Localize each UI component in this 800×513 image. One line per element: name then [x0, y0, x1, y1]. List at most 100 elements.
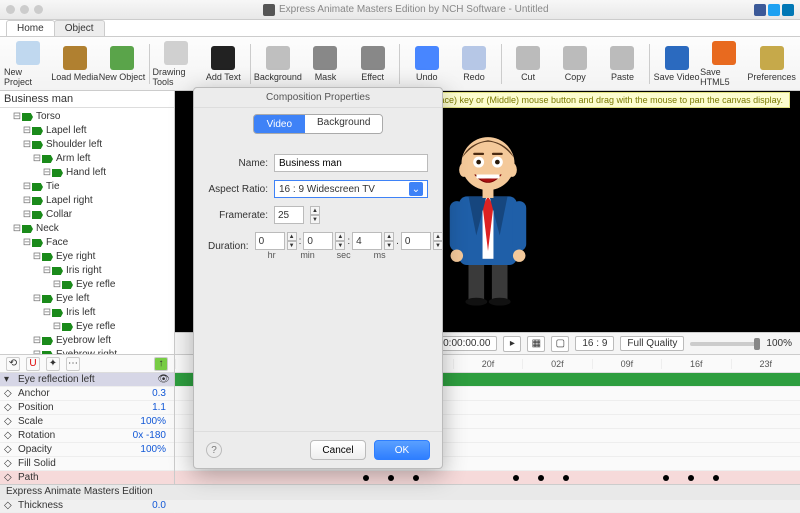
- tool-new-project[interactable]: New Project: [4, 41, 51, 87]
- grid-toggle[interactable]: ▦: [527, 336, 545, 352]
- duration-min[interactable]: 0: [303, 232, 333, 250]
- tree-node[interactable]: ⊟Shoulder left: [2, 138, 172, 152]
- tree-node[interactable]: ⊟Tie: [2, 180, 172, 194]
- tl-tool-1[interactable]: ⟲: [6, 357, 20, 371]
- tool-effect[interactable]: Effect: [349, 46, 396, 82]
- timeline-layer-header[interactable]: ▾ Eye reflection left 👁: [0, 373, 174, 387]
- tree-node[interactable]: ⊟Eye refle: [2, 320, 172, 334]
- window-traffic-lights[interactable]: [6, 5, 43, 14]
- undo-icon: [415, 46, 439, 70]
- visibility-icon[interactable]: 👁: [157, 374, 170, 385]
- zoom-value: 100%: [766, 338, 792, 349]
- tool-add-text[interactable]: Add Text: [200, 46, 247, 82]
- save-video-icon: [665, 46, 689, 70]
- ribbon-tab-object[interactable]: Object: [54, 20, 105, 36]
- tool-paste[interactable]: Paste: [599, 46, 646, 82]
- tree-node[interactable]: ⊟Torso: [2, 110, 172, 124]
- tl-tool-add[interactable]: ↑: [154, 357, 168, 371]
- property-row[interactable]: ◇Opacity100%: [0, 443, 174, 457]
- ok-button[interactable]: OK: [374, 440, 430, 460]
- property-row[interactable]: ◇Path: [0, 471, 174, 485]
- window-titlebar: Express Animate Masters Edition by NCH S…: [0, 0, 800, 20]
- duration-label: Duration:: [208, 241, 249, 252]
- chevron-down-icon: ⌄: [409, 182, 423, 196]
- tl-tool-magnet[interactable]: U: [26, 357, 40, 371]
- mask-icon: [313, 46, 337, 70]
- property-row[interactable]: ◇Scale100%: [0, 415, 174, 429]
- tool-preferences[interactable]: Preferences: [747, 46, 796, 82]
- tree-node[interactable]: ⊟Eye refle: [2, 278, 172, 292]
- tool-new-object[interactable]: New Object: [98, 46, 145, 82]
- tree-node[interactable]: ⊟Face: [2, 236, 172, 250]
- tool-cut[interactable]: Cut: [504, 46, 551, 82]
- drawing-tools-icon: [164, 41, 188, 65]
- main-toolbar: New ProjectLoad MediaNew ObjectDrawing T…: [0, 37, 800, 91]
- play-button[interactable]: ▸: [503, 336, 521, 352]
- new-project-icon: [16, 41, 40, 65]
- preferences-icon: [760, 46, 784, 70]
- tree-root-name[interactable]: Business man: [4, 93, 73, 105]
- path-keyframe-track[interactable]: [175, 471, 800, 485]
- zoom-slider[interactable]: [690, 342, 760, 346]
- background-icon: [266, 46, 290, 70]
- tree-node[interactable]: ⊟Neck: [2, 222, 172, 236]
- tree-node[interactable]: ⊟Eye left: [2, 292, 172, 306]
- help-button[interactable]: ?: [206, 442, 222, 458]
- framerate-field[interactable]: 25: [274, 206, 304, 224]
- layer-name: Eye reflection left: [14, 374, 157, 385]
- dialog-tab-video[interactable]: Video: [254, 115, 305, 133]
- composition-properties-dialog: Composition Properties Video Background …: [193, 87, 443, 469]
- app-icon: [263, 4, 275, 16]
- tree-node[interactable]: ⊟Lapel left: [2, 124, 172, 138]
- dialog-tab-segment: Video Background: [253, 114, 384, 134]
- tool-drawing-tools[interactable]: Drawing Tools: [153, 41, 200, 87]
- quality-selector[interactable]: Full Quality: [620, 336, 684, 351]
- tool-redo[interactable]: Redo: [450, 46, 497, 82]
- tree-node[interactable]: ⊟Eyebrow right: [2, 348, 172, 354]
- tool-save-html5[interactable]: Save HTML5: [700, 41, 747, 87]
- dialog-title: Composition Properties: [194, 88, 442, 108]
- tree-node[interactable]: ⊟Eye right: [2, 250, 172, 264]
- tool-undo[interactable]: Undo: [403, 46, 450, 82]
- aspect-ratio-select[interactable]: 16 : 9 Widescreen TV ⌄: [274, 180, 428, 198]
- redo-icon: [462, 46, 486, 70]
- social-icons[interactable]: [754, 4, 794, 16]
- tool-background[interactable]: Background: [254, 46, 302, 82]
- tree-node[interactable]: ⊟Lapel right: [2, 194, 172, 208]
- tree-node[interactable]: ⊟Arm left: [2, 152, 172, 166]
- tool-load-media[interactable]: Load Media: [51, 46, 98, 82]
- tree-node[interactable]: ⊟Hand left: [2, 166, 172, 180]
- tool-copy[interactable]: Copy: [552, 46, 599, 82]
- tree-node[interactable]: ⊟Eyebrow left: [2, 334, 172, 348]
- tl-tool-3[interactable]: ✦: [46, 357, 60, 371]
- safezone-toggle[interactable]: ▢: [551, 336, 569, 352]
- property-row[interactable]: ◇Rotation0x -180: [0, 429, 174, 443]
- name-label: Name:: [208, 158, 268, 169]
- window-title: Express Animate Masters Edition by NCH S…: [279, 4, 549, 15]
- object-tree[interactable]: ⊟Torso⊟Lapel left⊟Shoulder left⊟Arm left…: [0, 108, 174, 354]
- tl-tool-4[interactable]: ⋯: [66, 357, 80, 371]
- ribbon-tab-home[interactable]: Home: [6, 20, 55, 36]
- ribbon-tabs: Home Object: [0, 20, 800, 37]
- property-row[interactable]: ◇Anchor0.3: [0, 387, 174, 401]
- property-row[interactable]: ◇Position1.1: [0, 401, 174, 415]
- duration-hr[interactable]: 0: [255, 232, 285, 250]
- aspect-display[interactable]: 16 : 9: [575, 336, 614, 351]
- tool-mask[interactable]: Mask: [302, 46, 349, 82]
- name-field[interactable]: [274, 154, 428, 172]
- framerate-stepper[interactable]: ▲▼: [310, 206, 320, 224]
- duration-ms[interactable]: 0: [401, 232, 431, 250]
- tool-save-video[interactable]: Save Video: [653, 46, 700, 82]
- new-object-icon: [110, 46, 134, 70]
- cancel-button[interactable]: Cancel: [310, 440, 366, 460]
- tree-node[interactable]: ⊟Iris left: [2, 306, 172, 320]
- canvas-hint: Hold (Space) key or (Middle) mouse butto…: [397, 92, 790, 108]
- property-row[interactable]: ◇Thickness0.0: [0, 499, 174, 513]
- property-row[interactable]: ◇Fill Solid: [0, 457, 174, 471]
- dialog-tab-background[interactable]: Background: [305, 115, 382, 133]
- duration-sec[interactable]: 4: [352, 232, 382, 250]
- tree-node[interactable]: ⊟Iris right: [2, 264, 172, 278]
- status-bar: Express Animate Masters Edition: [0, 484, 800, 500]
- tree-node[interactable]: ⊟Collar: [2, 208, 172, 222]
- timeline-tools: ⟲ U ✦ ⋯ ↑: [0, 355, 174, 373]
